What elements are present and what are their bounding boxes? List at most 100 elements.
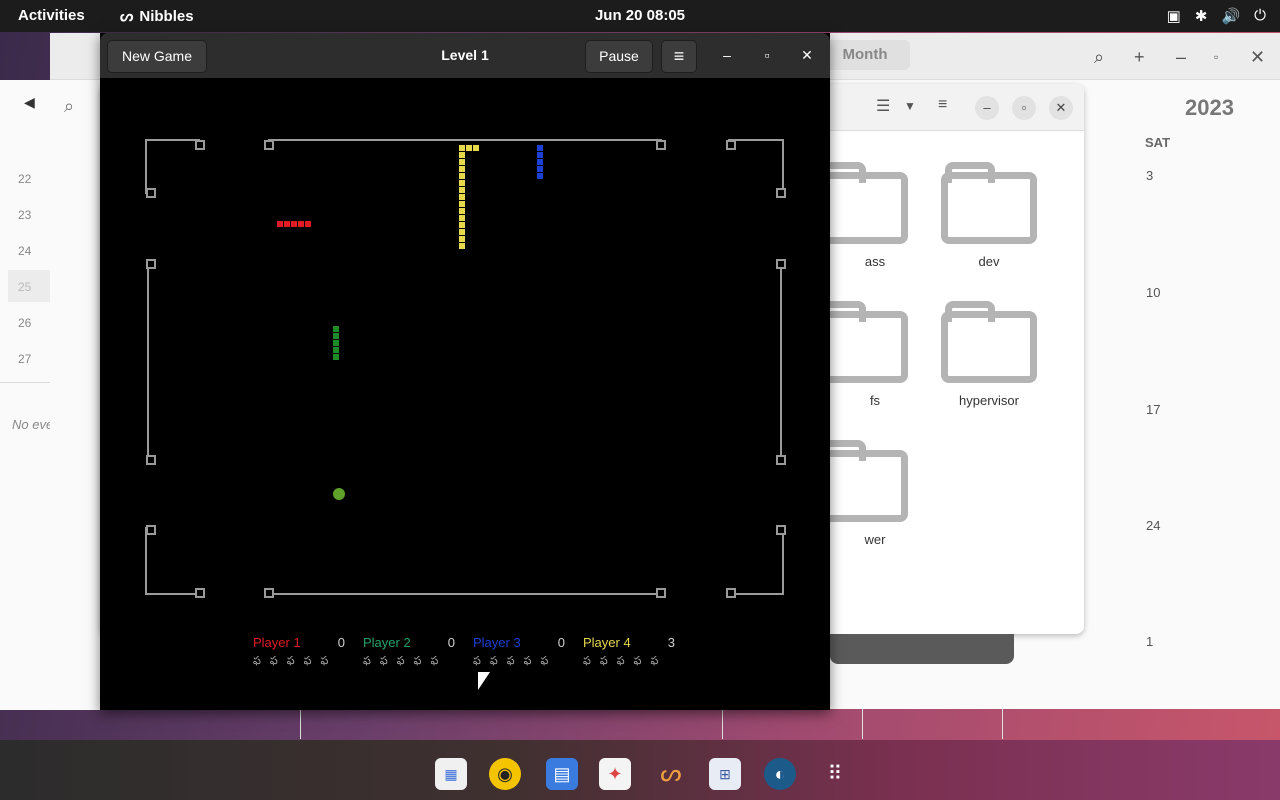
power-icon[interactable]: ⏻ bbox=[1254, 7, 1266, 25]
week-number: 23 bbox=[18, 208, 32, 222]
wall bbox=[145, 527, 147, 595]
accessibility-icon[interactable]: ✱ bbox=[1195, 7, 1208, 25]
grid-line bbox=[722, 709, 723, 739]
snake-segment bbox=[459, 180, 465, 186]
search-icon[interactable]: ⌕ bbox=[64, 96, 74, 117]
snake-segment bbox=[305, 221, 311, 227]
wall-post bbox=[146, 525, 156, 535]
search-icon[interactable]: ⌕ bbox=[1094, 47, 1104, 68]
minimize-icon[interactable]: – bbox=[1176, 47, 1186, 68]
window-title: Level 1 bbox=[441, 47, 489, 63]
wall bbox=[728, 139, 784, 141]
calendar-icon[interactable]: ▦ bbox=[435, 758, 467, 790]
day-cell[interactable]: 17 bbox=[1146, 402, 1160, 417]
close-icon[interactable]: ✕ bbox=[797, 45, 817, 65]
folder-item[interactable]: hypervisor bbox=[934, 301, 1044, 408]
minimize-icon[interactable]: – bbox=[717, 45, 737, 65]
nibbles-window: New Game Level 1 Pause ≡ – ▫ ✕ Player 1 … bbox=[100, 33, 830, 710]
snake-segment bbox=[459, 152, 465, 158]
snake-segment bbox=[537, 166, 543, 172]
snake-segment bbox=[459, 145, 465, 151]
maximize-icon[interactable]: ▫ bbox=[1012, 96, 1036, 120]
player-3-name: Player 3 bbox=[473, 635, 521, 650]
maximize-icon[interactable]: ▫ bbox=[757, 45, 777, 65]
top-bar: Activities ᔕ Nibbles Jun 20 08:05 ▣ ✱ 🔊 … bbox=[0, 0, 1280, 32]
nibbles-header: New Game Level 1 Pause ≡ – ▫ ✕ bbox=[100, 33, 830, 78]
wall bbox=[268, 139, 662, 141]
folder-icon bbox=[941, 162, 1037, 244]
snake-segment bbox=[291, 221, 297, 227]
app-menu[interactable]: ᔕ Nibbles bbox=[120, 7, 194, 26]
wall-post bbox=[146, 259, 156, 269]
snake-segment bbox=[473, 145, 479, 151]
wall bbox=[145, 139, 200, 141]
day-cell[interactable]: 1 bbox=[1146, 634, 1153, 649]
rhythmbox-icon[interactable]: ◉ bbox=[489, 758, 521, 790]
close-icon[interactable]: ✕ bbox=[1049, 96, 1073, 120]
minimize-icon[interactable]: – bbox=[975, 96, 999, 120]
system-tray[interactable]: ▣ ✱ 🔊 ⏻ bbox=[1167, 7, 1266, 25]
game-board[interactable] bbox=[100, 78, 830, 710]
player-4-name: Player 4 bbox=[583, 635, 631, 650]
month-view-button[interactable]: Month bbox=[820, 40, 910, 70]
menu-button[interactable]: ≡ bbox=[661, 40, 697, 73]
snake-segment bbox=[459, 201, 465, 207]
hamburger-icon: ≡ bbox=[673, 46, 685, 66]
wall bbox=[728, 593, 784, 595]
network-icon[interactable]: ▣ bbox=[1167, 7, 1181, 25]
screenshot-icon[interactable]: ◐ bbox=[764, 758, 796, 790]
new-game-button[interactable]: New Game bbox=[107, 40, 207, 73]
close-icon[interactable]: ✕ bbox=[1250, 47, 1265, 68]
day-cell[interactable]: 24 bbox=[1146, 518, 1160, 533]
snake-segment bbox=[298, 221, 304, 227]
wall-post bbox=[264, 588, 274, 598]
maximize-icon[interactable]: ▫ bbox=[1214, 50, 1218, 64]
calendar-sidebar: ◀ ⌕ 22 23 24 25 26 27 No events bbox=[0, 80, 100, 710]
folder-item[interactable]: dev bbox=[934, 162, 1044, 269]
wall-post bbox=[776, 259, 786, 269]
week-number: 25 bbox=[18, 280, 32, 294]
grid-line bbox=[862, 709, 863, 739]
wall bbox=[268, 593, 662, 595]
pause-button[interactable]: Pause bbox=[585, 40, 653, 73]
files-icon[interactable]: ▤ bbox=[546, 758, 578, 790]
day-cell[interactable]: 3 bbox=[1146, 168, 1153, 183]
activities-button[interactable]: Activities bbox=[18, 7, 85, 24]
snake-segment bbox=[459, 229, 465, 235]
add-event-icon[interactable]: + bbox=[1134, 47, 1145, 68]
chevron-down-icon[interactable]: ▼ bbox=[904, 99, 916, 113]
sudoku-icon[interactable]: ⊞ bbox=[709, 758, 741, 790]
wall-post bbox=[146, 455, 156, 465]
app-grid-icon[interactable]: ⠿ bbox=[819, 758, 851, 790]
wall-post bbox=[776, 455, 786, 465]
list-view-icon[interactable]: ☰ bbox=[876, 96, 890, 116]
day-cell[interactable]: 10 bbox=[1146, 285, 1160, 300]
grid-line bbox=[300, 709, 301, 739]
snake-segment bbox=[459, 159, 465, 165]
volume-icon[interactable]: 🔊 bbox=[1221, 7, 1240, 25]
player-2-name: Player 2 bbox=[363, 635, 411, 650]
snake-segment bbox=[333, 354, 339, 360]
clock[interactable]: Jun 20 08:05 bbox=[595, 7, 685, 24]
snake-segment bbox=[537, 159, 543, 165]
snake-segment bbox=[459, 236, 465, 242]
player-3-lives: ఫ ఫ ఫ ఫ ఫ bbox=[473, 655, 552, 667]
mouse-cursor bbox=[478, 672, 490, 690]
apple-icon bbox=[333, 488, 345, 500]
wall bbox=[782, 527, 784, 595]
wall-post bbox=[146, 188, 156, 198]
folder-label: dev bbox=[978, 254, 1000, 269]
wall bbox=[147, 262, 149, 458]
wall bbox=[145, 593, 200, 595]
prev-arrow-icon[interactable]: ◀ bbox=[24, 94, 35, 111]
wall-post bbox=[726, 140, 736, 150]
software-icon[interactable]: ✦ bbox=[599, 758, 631, 790]
app-name: Nibbles bbox=[139, 7, 194, 25]
nibbles-icon[interactable]: ᔕ bbox=[655, 758, 687, 790]
snake-segment bbox=[466, 145, 472, 151]
snake-segment bbox=[459, 243, 465, 249]
folder-icon bbox=[941, 301, 1037, 383]
snake-segment bbox=[333, 333, 339, 339]
menu-icon[interactable]: ≡ bbox=[938, 96, 947, 114]
snake-segment bbox=[284, 221, 290, 227]
